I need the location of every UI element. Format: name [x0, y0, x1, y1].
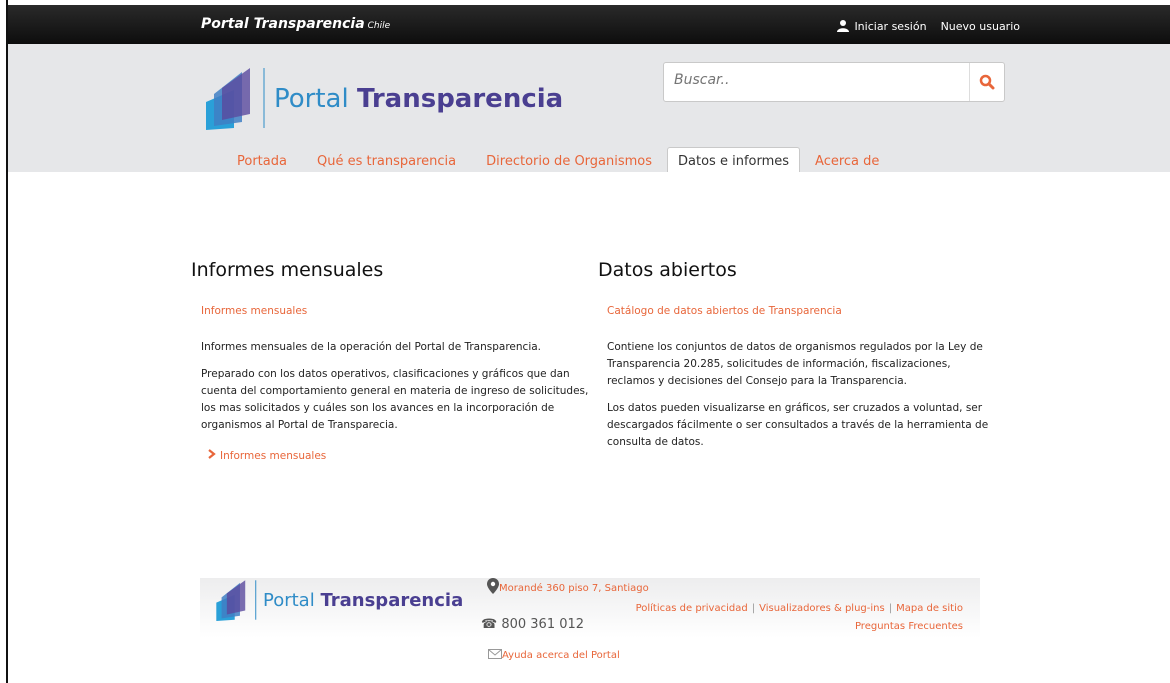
- footer-help-link[interactable]: Ayuda acerca del Portal: [488, 649, 620, 661]
- footer-phone-number: 800 361 012: [501, 617, 585, 632]
- footer-phone: ☎ 800 361 012: [481, 617, 584, 632]
- footer-links: Políticas de privacidad | Visualizadores &…: [636, 600, 963, 636]
- footer-address-text: Morandé 360 piso 7, Santiago: [499, 583, 649, 594]
- chevron-right-icon: [208, 449, 216, 459]
- nav-portada[interactable]: Portada: [222, 151, 302, 172]
- footer-logo-title: Portal Transparencia: [263, 590, 463, 611]
- informes-desc-1: Informes mensuales de la operación del P…: [201, 341, 542, 353]
- footer-address: Morandé 360 piso 7, Santiago: [487, 578, 649, 594]
- informes-desc-2: Preparado con los datos operativos, clas…: [201, 368, 589, 431]
- logo-title-bold: Transparencia: [356, 84, 564, 114]
- catalogo-link[interactable]: Catálogo de datos abiertos de Transparen…: [607, 305, 842, 317]
- nav-que-es-transparencia[interactable]: Qué es transparencia: [302, 151, 471, 172]
- location-pin-icon: [487, 578, 499, 594]
- separator: |: [751, 603, 756, 614]
- search-box: [663, 62, 1005, 102]
- separator: |: [888, 603, 893, 614]
- top-bar: Portal Transparencia Chile Iniciar sesión…: [8, 5, 1170, 44]
- logo-title-light: Portal: [274, 84, 349, 114]
- privacy-link[interactable]: Políticas de privacidad: [636, 603, 748, 614]
- top-brand-name: Portal Transparencia: [201, 16, 365, 32]
- informes-bottom-link[interactable]: Informes mensuales: [208, 449, 326, 462]
- nav-acerca-de[interactable]: Acerca de: [800, 151, 894, 172]
- login-label: Iniciar sesión: [854, 20, 927, 33]
- footer-help-text: Ayuda acerca del Portal: [502, 650, 620, 661]
- new-user-link[interactable]: Nuevo usuario: [941, 20, 1020, 33]
- site-header: Portal Transparencia Portada Qué es tran…: [8, 44, 1170, 172]
- top-brand[interactable]: Portal Transparencia Chile: [201, 16, 390, 32]
- informes-title: Informes mensuales: [191, 259, 384, 281]
- window-border: [0, 0, 8, 683]
- main-nav: Portada Qué es transparencia Directorio …: [222, 147, 894, 172]
- user-links: Iniciar sesión Nuevo usuario: [836, 19, 1020, 33]
- informes-link[interactable]: Informes mensuales: [201, 305, 307, 317]
- footer-logo-mark-icon: [216, 580, 257, 622]
- logo-title: Portal Transparencia: [274, 84, 563, 114]
- faq-link[interactable]: Preguntas Frecuentes: [855, 621, 963, 632]
- sitemap-link[interactable]: Mapa de sitio: [896, 603, 963, 614]
- nav-directorio[interactable]: Directorio de Organismos: [471, 151, 667, 172]
- search-input[interactable]: [664, 63, 964, 97]
- footer-logo-bold: Transparencia: [320, 590, 464, 611]
- visualizers-link[interactable]: Visualizadores & plug-ins: [759, 603, 885, 614]
- search-button[interactable]: [969, 63, 1004, 101]
- search-icon: [979, 74, 995, 90]
- mail-icon: [488, 649, 502, 659]
- phone-icon: ☎: [481, 617, 498, 632]
- nav-datos-informes[interactable]: Datos e informes: [667, 147, 801, 172]
- footer-logo-light: Portal: [263, 590, 315, 611]
- datos-desc-1: Contiene los conjuntos de datos de organ…: [607, 341, 983, 387]
- login-link[interactable]: Iniciar sesión: [836, 19, 927, 33]
- user-icon: [836, 19, 850, 32]
- top-brand-suffix: Chile: [367, 21, 391, 31]
- informes-bottom-link-label: Informes mensuales: [220, 450, 327, 462]
- datos-abiertos-title: Datos abiertos: [598, 259, 737, 281]
- logo-mark-icon: [206, 68, 265, 130]
- datos-desc-2: Los datos pueden visualizarse en gráfico…: [607, 402, 989, 448]
